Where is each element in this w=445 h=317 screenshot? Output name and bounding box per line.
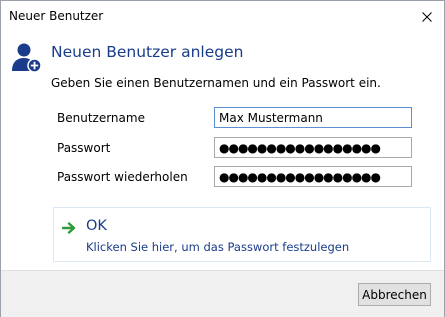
dialog-heading: Neuen Benutzer anlegen (51, 43, 244, 61)
dialog-instructions: Geben Sie einen Benutzernamen und ein Pa… (51, 76, 381, 90)
ok-command-link[interactable]: OK Klicken Sie hier, um das Passwort fes… (53, 207, 431, 262)
password-field[interactable] (214, 137, 412, 158)
password-repeat-field[interactable] (214, 166, 412, 187)
dialog-window: Neuer Benutzer Neuen Benutzer anlegen Ge… (0, 0, 445, 317)
dialog-footer: Abbrechen (1, 270, 444, 317)
arrow-right-icon (62, 222, 76, 234)
user-add-icon (12, 43, 42, 73)
title-bar: Neuer Benutzer (1, 1, 444, 32)
ok-title: OK (86, 218, 107, 234)
cancel-button[interactable]: Abbrechen (358, 283, 431, 306)
close-button[interactable] (410, 1, 444, 32)
username-label: Benutzername (57, 111, 145, 125)
ok-description: Klicken Sie hier, um das Passwort festzu… (86, 240, 350, 254)
window-title: Neuer Benutzer (9, 9, 104, 23)
dialog-content: Neuen Benutzer anlegen Geben Sie einen B… (1, 32, 444, 270)
password-label: Passwort (57, 141, 111, 155)
close-icon (422, 11, 432, 22)
username-field[interactable] (214, 107, 412, 128)
password-repeat-label: Passwort wiederholen (57, 170, 188, 184)
